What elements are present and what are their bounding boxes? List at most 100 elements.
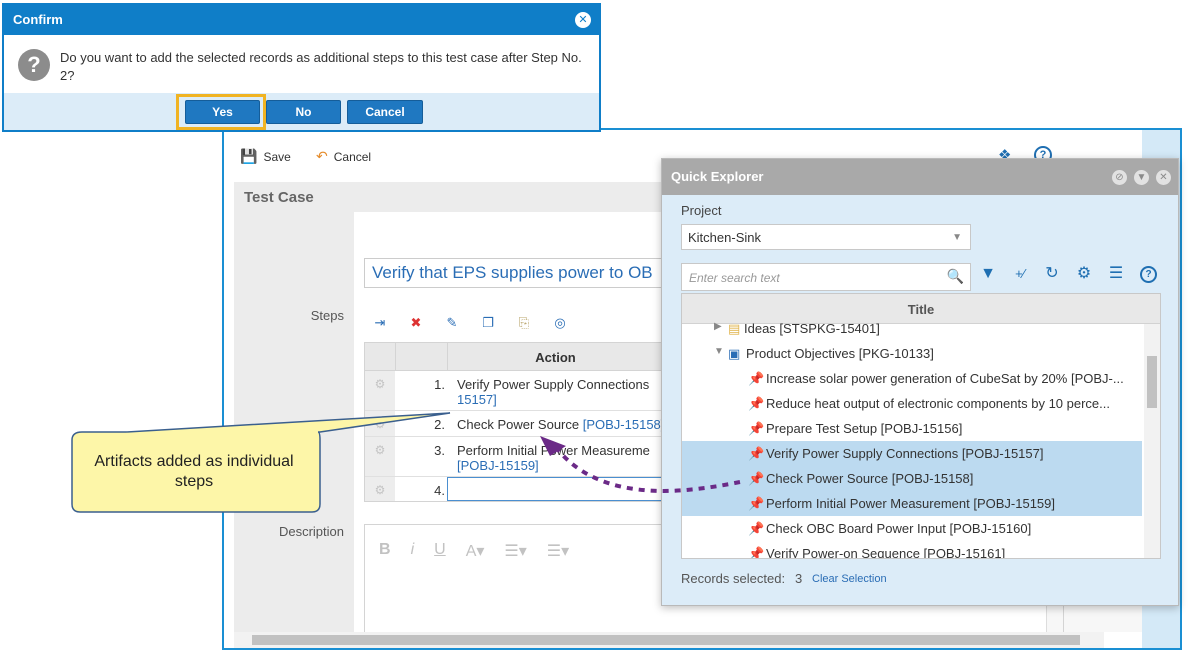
copy-icon[interactable]: ❐ (477, 315, 499, 335)
confirm-title-bar[interactable]: Confirm ✕ (4, 5, 599, 35)
scrollbar-thumb[interactable] (252, 635, 1080, 645)
records-selected-count: 3 (795, 571, 803, 586)
edit-icon[interactable]: ✎ (441, 315, 463, 335)
refresh-icon[interactable]: ↻ (1044, 265, 1060, 283)
tree-item[interactable]: 📌 Reduce heat output of electronic compo… (682, 391, 1142, 416)
search-icon[interactable]: 🔍 (947, 268, 964, 285)
table-row[interactable]: ⚙ 3. Perform Initial Power Measureme [POB… (365, 437, 663, 477)
table-row[interactable]: ⚙ 4. (365, 477, 663, 501)
cancel-button[interactable]: ↶ Cancel (316, 148, 371, 165)
question-icon: ? (18, 49, 50, 81)
callout-text: Artifacts added as individual steps (94, 453, 294, 490)
tree-item[interactable]: 📌 Verify Power-on Sequence [POBJ-15161] (682, 541, 1142, 559)
row-gear-icon[interactable]: ⚙ (365, 371, 395, 410)
grid-header-num-cell (395, 343, 447, 371)
new-step-input[interactable] (447, 477, 663, 501)
tree-item-label: Verify Power Supply Connections [POBJ-15… (766, 446, 1044, 461)
pin-window-icon[interactable]: ⊘ (1112, 170, 1127, 185)
filter-icon[interactable]: ▼ (980, 265, 996, 283)
package-icon: ▣ (728, 346, 741, 361)
tree-item[interactable]: 📌 Increase solar power generation of Cub… (682, 366, 1142, 391)
tree-item-label: Check OBC Board Power Input [POBJ-15160] (766, 521, 1032, 536)
gear-icon[interactable]: ⚙ (1076, 265, 1092, 283)
numbered-list-icon[interactable]: ☰▾ (504, 541, 526, 561)
italic-icon[interactable]: i (411, 541, 415, 561)
underline-icon[interactable]: U (434, 541, 446, 561)
tree-item-label: Verify Power-on Sequence [POBJ-15161] (766, 546, 1006, 559)
save-button[interactable]: 💾 Save (240, 148, 291, 165)
no-button[interactable]: No (266, 100, 341, 124)
vertical-scrollbar[interactable] (1144, 324, 1160, 558)
tree-item-label: Prepare Test Setup [POBJ-15156] (766, 421, 963, 436)
quick-explorer-title-bar[interactable]: Quick Explorer ⊘ ▼ ✕ (662, 159, 1178, 195)
clear-selection-link[interactable]: Clear Selection (812, 573, 887, 585)
row-action-label: Check Power Source (457, 417, 583, 432)
insert-step-icon[interactable]: ⇥ (369, 315, 391, 335)
close-icon[interactable]: ✕ (575, 12, 591, 28)
bullet-list-icon[interactable]: ☰▾ (547, 541, 569, 561)
table-row[interactable]: ⚙ 2. Check Power Source [POBJ-15158] (365, 411, 664, 437)
project-selected-value: Kitchen-Sink (688, 230, 761, 245)
page-title: Test Case (244, 189, 314, 206)
row-action-text[interactable]: Verify Power Supply Connections 15157] (457, 377, 667, 407)
tree-item-label: Reduce heat output of electronic compone… (766, 396, 1110, 411)
folder-icon: ▤ (728, 321, 741, 336)
records-selected-label: Records selected: (681, 571, 786, 586)
yes-button[interactable]: Yes (185, 100, 260, 124)
bold-icon[interactable]: B (379, 541, 391, 561)
cancel-dialog-button[interactable]: Cancel (347, 100, 423, 124)
paste-icon[interactable]: ⎘ (513, 315, 535, 335)
project-dropdown[interactable]: Kitchen-Sink ▼ (681, 224, 971, 250)
row-action-text[interactable]: Check Power Source [POBJ-15158] (457, 417, 667, 432)
grid-header-gear-cell (365, 343, 395, 371)
tree-item[interactable]: 📌 Prepare Test Setup [POBJ-15156] (682, 416, 1142, 441)
horizontal-scrollbar[interactable] (234, 632, 1104, 648)
quick-explorer-title: Quick Explorer (671, 169, 764, 184)
row-artifact-link[interactable]: [POBJ-15158] (583, 417, 665, 432)
delete-step-icon[interactable]: ✖ (405, 315, 427, 335)
close-icon[interactable]: ✕ (1156, 170, 1171, 185)
artifact-tree: Title ▶ ▤ Ideas [STSPKG-15401] ▼ ▣ Produ… (681, 293, 1161, 559)
tree-item-label: Increase solar power generation of CubeS… (766, 371, 1124, 386)
scrollbar-thumb[interactable] (1147, 356, 1157, 408)
link-test-step-icon[interactable]: ◎ (549, 315, 571, 335)
row-artifact-link[interactable]: 15157] (457, 392, 497, 407)
steps-toolbar: ⇥ ✖ ✎ ❐ ⎘ ◎ (369, 314, 571, 336)
row-artifact-link[interactable]: [POBJ-15159] (457, 458, 539, 473)
row-gear-icon[interactable]: ⚙ (365, 411, 395, 436)
row-number: 1. (434, 377, 445, 392)
tree-item[interactable]: ▼ ▣ Product Objectives [PKG-10133] (682, 341, 1142, 366)
quick-explorer-panel: Quick Explorer ⊘ ▼ ✕ Project Kitchen-Sin… (661, 158, 1179, 606)
pushpin-icon: 📌 (748, 471, 765, 486)
tree-item-selected[interactable]: 📌 Check Power Source [POBJ-15158] (682, 466, 1142, 491)
explorer-toolbar: ▼ +∕ ↻ ⚙ ☰ ? (980, 265, 1157, 283)
pushpin-icon: 📌 (748, 446, 765, 461)
table-row[interactable]: ⚙ 1. Verify Power Supply Connections 151… (365, 371, 663, 411)
font-size-icon[interactable]: A▾ (466, 541, 485, 561)
confirm-title: Confirm (13, 12, 63, 27)
grid-header-action[interactable]: Action (447, 343, 663, 371)
tree-item-selected[interactable]: 📌 Verify Power Supply Connections [POBJ-… (682, 441, 1142, 466)
row-number: 3. (434, 443, 445, 458)
menu-icon[interactable]: ☰ (1108, 265, 1124, 283)
tree-item[interactable]: ▶ ▤ Ideas [STSPKG-15401] (682, 316, 1142, 341)
chevron-down-icon: ▼ (952, 232, 962, 243)
tree-item-label: Ideas [STSPKG-15401] (744, 321, 880, 336)
row-number: 4. (434, 483, 445, 498)
row-gear-icon[interactable]: ⚙ (365, 437, 395, 476)
row-action-text[interactable]: Perform Initial Power Measureme [POBJ-151… (457, 443, 667, 473)
tree-item-selected[interactable]: 📌 Perform Initial Power Measurement [POB… (682, 491, 1142, 516)
expand-arrow-icon[interactable]: ▶ (714, 321, 722, 332)
search-placeholder: Enter search text (689, 271, 780, 285)
tree-item[interactable]: 📌 Check OBC Board Power Input [POBJ-1516… (682, 516, 1142, 541)
row-gear-icon[interactable]: ⚙ (365, 477, 395, 501)
collapse-arrow-icon[interactable]: ▼ (714, 346, 724, 357)
pushpin-icon: 📌 (748, 496, 765, 511)
expand-collapse-icon[interactable]: +∕ (1012, 265, 1028, 283)
collapse-icon[interactable]: ▼ (1134, 170, 1149, 185)
row-number: 2. (434, 417, 445, 432)
search-input[interactable]: Enter search text 🔍 (681, 263, 971, 291)
tree-item-label: Perform Initial Power Measurement [POBJ-… (766, 496, 1056, 511)
confirm-message: Do you want to add the selected records … (60, 50, 582, 83)
help-icon[interactable]: ? (1140, 265, 1157, 283)
